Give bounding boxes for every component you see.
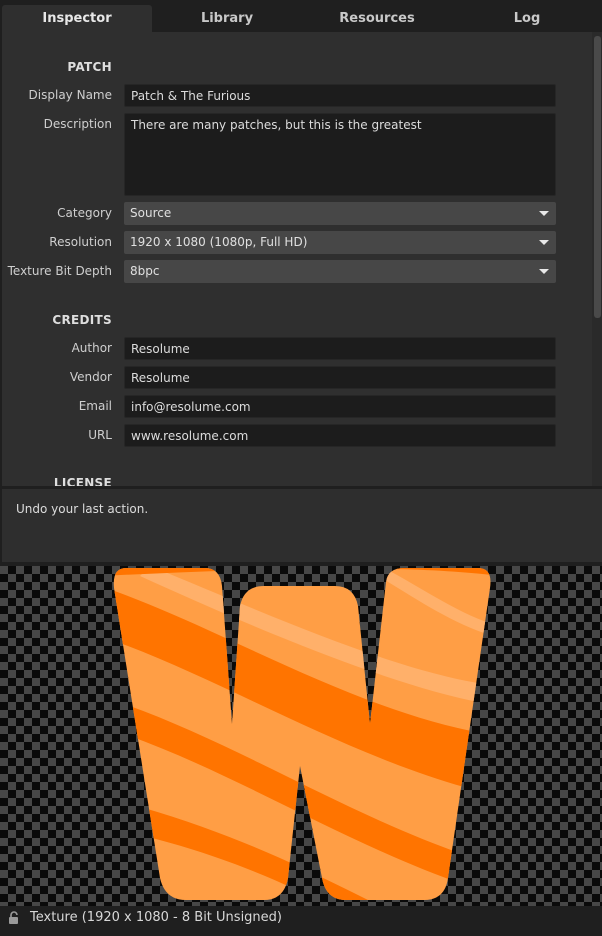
chevron-down-icon [539, 211, 549, 216]
resolution-value: 1920 x 1080 (1080p, Full HD) [130, 235, 308, 249]
category-value: Source [130, 206, 172, 220]
chevron-down-icon [539, 240, 549, 245]
help-panel: Undo your last action. [0, 489, 602, 562]
vendor-field[interactable]: Resolume [124, 366, 556, 389]
tab-library[interactable]: Library [152, 5, 302, 32]
author-field[interactable]: Resolume [124, 337, 556, 360]
category-select[interactable]: Source [124, 202, 556, 225]
description-label: Description [43, 117, 112, 131]
section-license-heading: LICENSE [53, 476, 112, 486]
display-name-label: Display Name [28, 88, 112, 102]
url-label: URL [88, 428, 112, 442]
tab-log[interactable]: Log [452, 5, 602, 32]
author-label: Author [71, 341, 112, 355]
section-credits-heading: CREDITS [52, 313, 112, 327]
texture-info-text: Texture (1920 x 1080 - 8 Bit Unsigned) [30, 910, 282, 925]
category-label: Category [57, 206, 112, 220]
tab-resources[interactable]: Resources [302, 5, 452, 32]
lock-icon[interactable] [7, 911, 21, 925]
resolution-label: Resolution [49, 235, 112, 249]
resolution-select[interactable]: 1920 x 1080 (1080p, Full HD) [124, 231, 556, 254]
bitdepth-label: Texture Bit Depth [7, 264, 112, 278]
bitdepth-select[interactable]: 8bpc [124, 260, 556, 283]
texture-preview [0, 566, 602, 906]
email-label: Email [78, 399, 112, 413]
url-field[interactable]: www.resolume.com [124, 424, 556, 447]
tab-inspector[interactable]: Inspector [2, 5, 152, 32]
email-field[interactable]: info@resolume.com [124, 395, 556, 418]
chevron-down-icon [539, 269, 549, 274]
inspector-panel: PATCH Display Name Patch & The Furious D… [0, 32, 602, 486]
tab-bar: Inspector Library Resources Log [0, 0, 602, 32]
display-name-field[interactable]: Patch & The Furious [124, 84, 556, 107]
vendor-label: Vendor [69, 370, 112, 384]
preview-status-bar: Texture (1920 x 1080 - 8 Bit Unsigned) [0, 906, 602, 936]
letter-w-graphic [113, 568, 491, 900]
section-patch-heading: PATCH [67, 60, 112, 74]
help-text: Undo your last action. [16, 502, 149, 516]
description-field[interactable]: There are many patches, but this is the … [124, 113, 556, 196]
inspector-scrollbar-thumb[interactable] [594, 36, 601, 318]
bitdepth-value: 8bpc [130, 264, 160, 278]
